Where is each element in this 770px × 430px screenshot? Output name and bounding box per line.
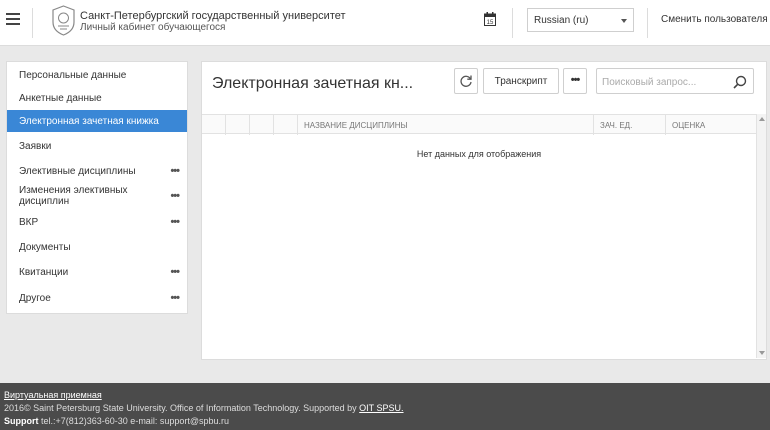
column-header-type[interactable] (274, 115, 298, 135)
sidebar-item-label: Электронная зачетная книжка (19, 116, 159, 127)
column-header-expand[interactable] (226, 115, 250, 135)
column-header-discipline[interactable]: НАЗВАНИЕ ДИСЦИПЛИНЫ (298, 115, 594, 135)
virtual-reception-link[interactable]: Виртуальная приемная (4, 390, 102, 400)
sidebar-item-label: Документы (19, 242, 71, 253)
sidebar-item-electives[interactable]: Элективные дисциплины ••• (7, 163, 187, 181)
support-line: Support tel.:+7(812)363-60-30 e-mail: su… (4, 416, 229, 426)
more-icon[interactable]: ••• (170, 165, 180, 177)
copyright-line: 2016© Saint Petersburg State University.… (4, 403, 404, 413)
refresh-icon (460, 75, 472, 87)
sidebar-item-label: ВКР (19, 217, 39, 228)
sidebar-item-applications[interactable]: Заявки (7, 138, 187, 156)
page-title: Электронная зачетная кн... (212, 75, 414, 92)
transcript-button[interactable]: Транскрипт (483, 68, 559, 94)
sidebar-item-label: Изменения элективных (19, 185, 128, 196)
language-selected-value: Russian (ru) (534, 15, 589, 26)
scroll-down-icon[interactable] (759, 351, 765, 355)
scroll-up-icon[interactable] (759, 117, 765, 121)
column-header-select[interactable] (202, 115, 226, 135)
column-header-group[interactable] (250, 115, 274, 135)
chevron-down-icon (621, 19, 627, 23)
sidebar-item-receipts[interactable]: Квитанции ••• (7, 264, 187, 282)
more-icon[interactable]: ••• (170, 292, 180, 304)
sidebar-item-elective-changes[interactable]: Изменения элективных дисциплин ••• (7, 184, 187, 208)
header-divider (647, 8, 648, 38)
support-label: Support (4, 416, 39, 426)
language-select[interactable]: Russian (ru) (527, 8, 634, 32)
calendar-day: 15 (487, 20, 494, 26)
header-divider (512, 8, 513, 38)
university-name: Санкт-Петербургский государственный унив… (80, 10, 346, 22)
copyright-text: 2016© Saint Petersburg State University.… (4, 403, 360, 413)
more-icon[interactable]: ••• (170, 266, 180, 278)
sidebar-item-label-line2: дисциплин (19, 196, 70, 207)
sidebar-item-label: Другое (19, 293, 51, 304)
sidebar-item-gradebook[interactable]: Электронная зачетная книжка (7, 110, 187, 132)
support-contacts: tel.:+7(812)363-60-30 e-mail: support@sp… (38, 416, 229, 426)
search-icon[interactable] (733, 75, 747, 89)
sidebar-item-documents[interactable]: Документы (7, 239, 187, 257)
sidebar-item-label: Анкетные данные (19, 93, 102, 104)
more-icon[interactable]: ••• (170, 190, 180, 202)
oit-spsu-link[interactable]: OIT SPSU. (359, 403, 403, 413)
table-header: НАЗВАНИЕ ДИСЦИПЛИНЫ ЗАЧ. ЕД. ОЦЕНКА (202, 114, 756, 135)
refresh-button[interactable] (454, 68, 478, 94)
sidebar-item-label: Квитанции (19, 267, 69, 278)
sidebar-item-label: Заявки (19, 141, 52, 152)
main-panel: Электронная зачетная кн... Транскрипт ••… (201, 61, 767, 360)
search-input[interactable]: Поисковый запрос... (596, 68, 754, 94)
column-header-credits[interactable]: ЗАЧ. ЕД. (594, 115, 666, 135)
cabinet-title: Личный кабинет обучающегося (80, 22, 226, 33)
gradebook-table: НАЗВАНИЕ ДИСЦИПЛИНЫ ЗАЧ. ЕД. ОЦЕНКА Нет … (202, 114, 766, 358)
more-actions-button[interactable]: ••• (563, 68, 587, 94)
sidebar-item-questionnaire[interactable]: Анкетные данные (7, 90, 187, 108)
vertical-scrollbar[interactable] (756, 114, 766, 358)
menu-icon[interactable] (6, 13, 20, 25)
page-footer: Виртуальная приемная 2016© Saint Petersb… (0, 383, 770, 430)
change-user-link[interactable]: Сменить пользователя (661, 14, 768, 25)
calendar-icon[interactable]: 15 (484, 12, 496, 26)
sidebar-nav: Персональные данные Анкетные данные Элек… (6, 61, 188, 314)
sidebar-item-other[interactable]: Другое ••• (7, 290, 187, 308)
search-placeholder: Поисковый запрос... (602, 77, 697, 88)
sidebar-item-label: Элективные дисциплины (19, 166, 136, 177)
more-icon[interactable]: ••• (170, 216, 180, 228)
sidebar-item-thesis[interactable]: ВКР ••• (7, 214, 187, 232)
header-divider (32, 8, 33, 38)
sidebar-item-personal-data[interactable]: Персональные данные (7, 67, 187, 85)
sidebar-item-label: Персональные данные (19, 70, 127, 81)
empty-state-message: Нет данных для отображения (416, 149, 542, 159)
column-header-grade[interactable]: ОЦЕНКА (666, 115, 756, 135)
university-logo-icon (52, 5, 75, 36)
top-header: Санкт-Петербургский государственный унив… (0, 0, 770, 46)
